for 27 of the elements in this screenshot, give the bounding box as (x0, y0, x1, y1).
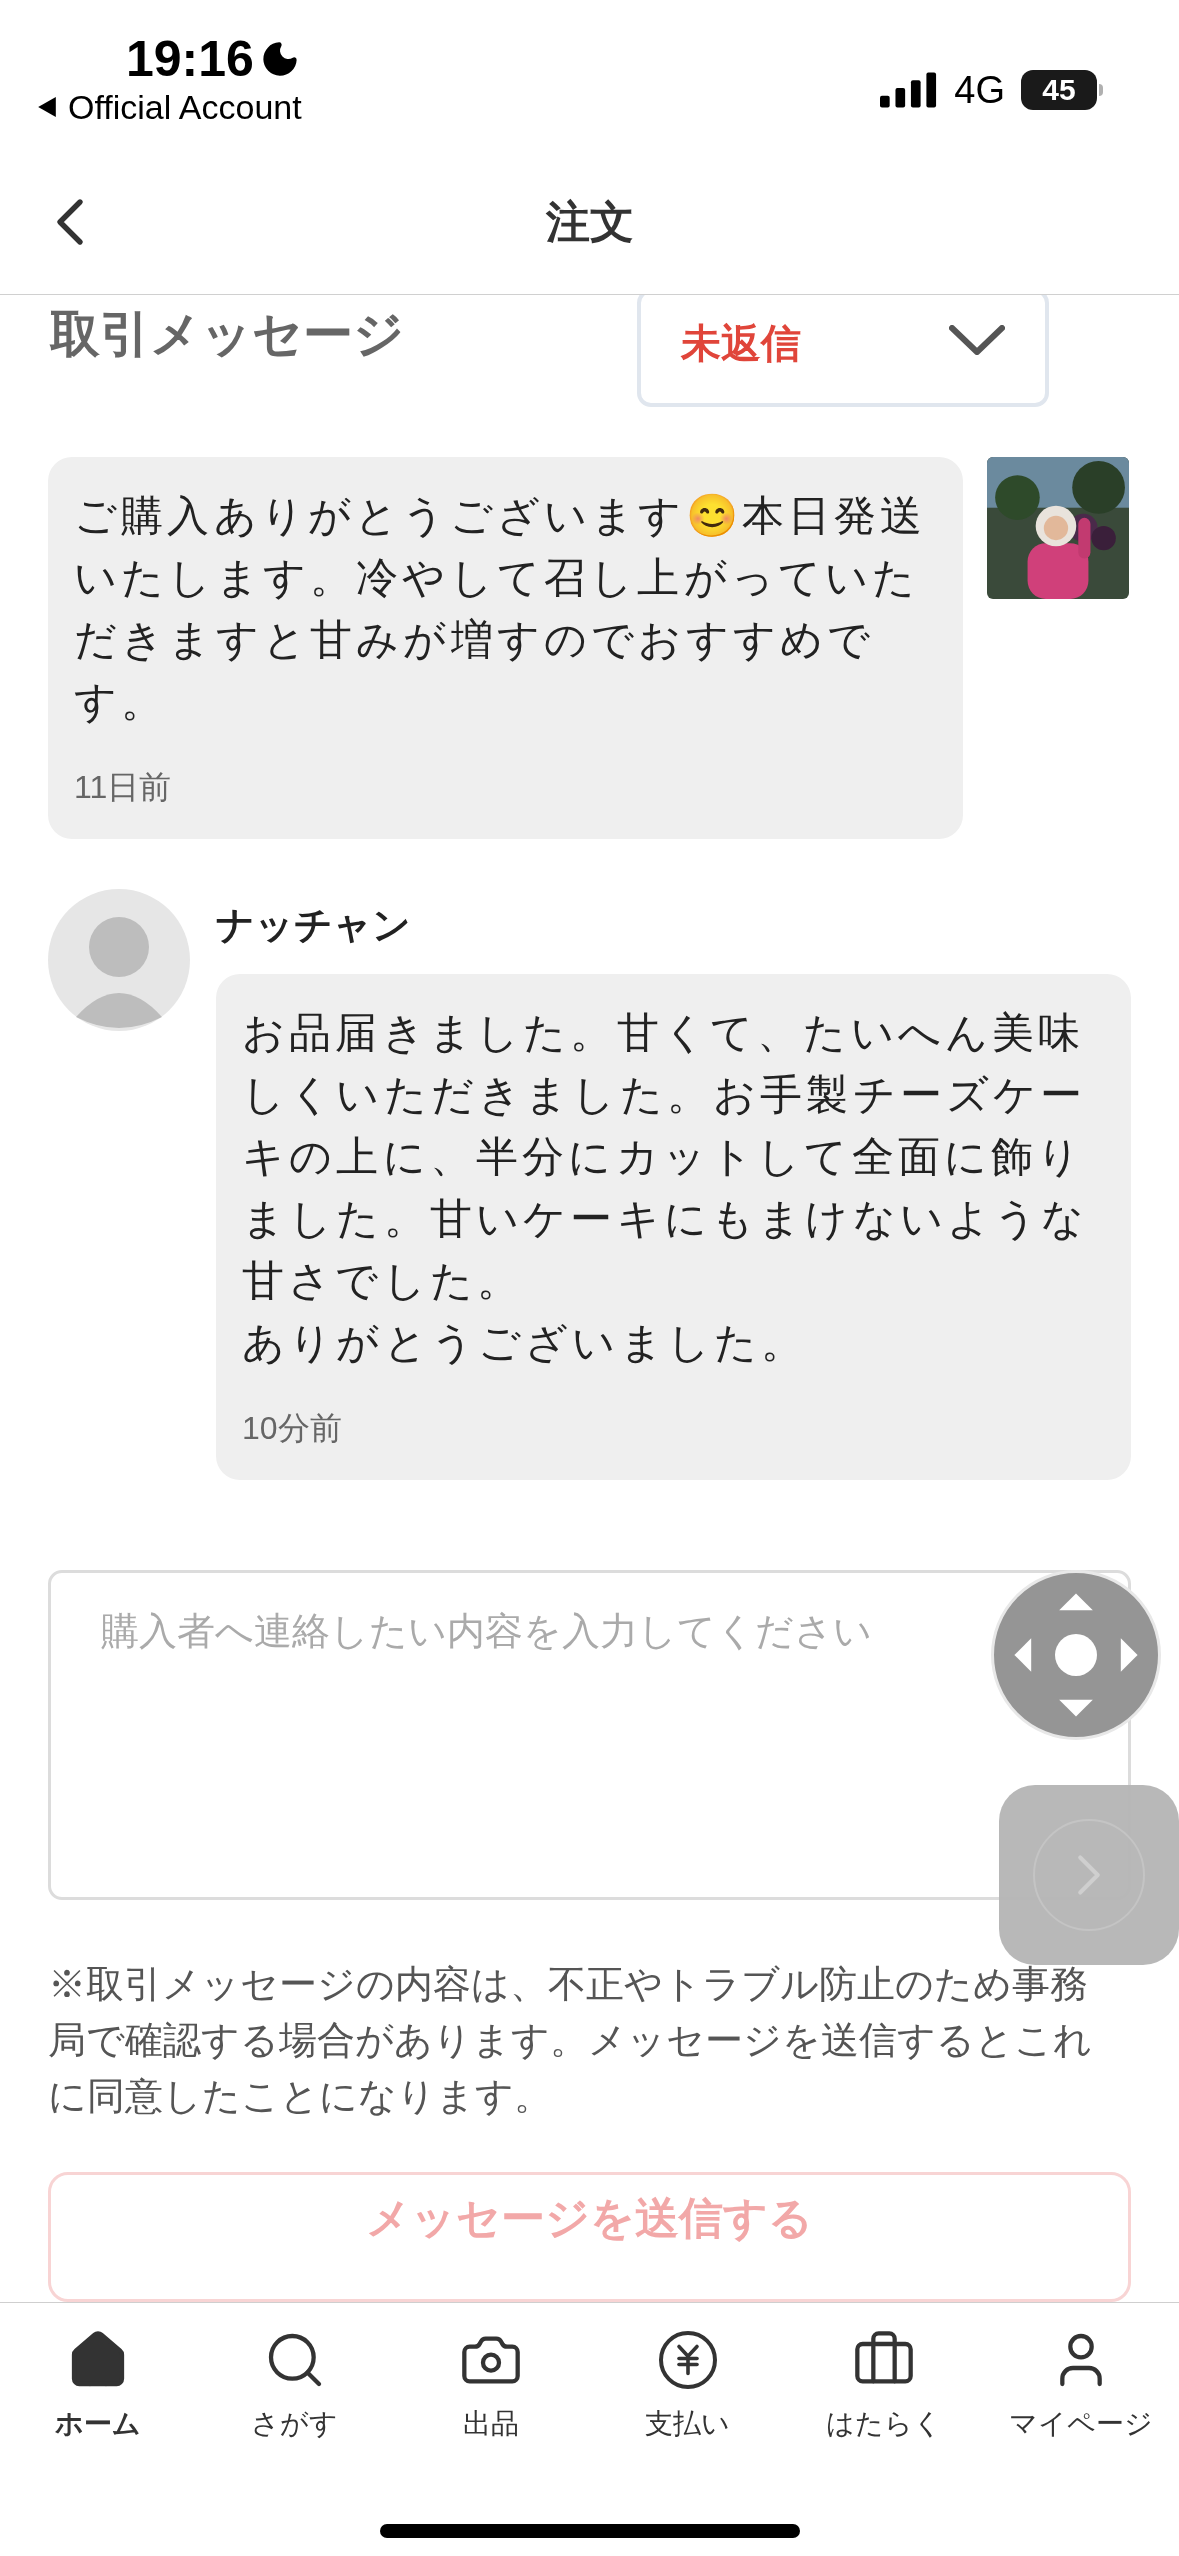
status-time: 19:16 (126, 34, 254, 84)
back-triangle-icon (36, 96, 58, 118)
tab-item[interactable]: 支払い (592, 2327, 783, 2445)
tab-item[interactable]: ホーム (3, 2327, 194, 2445)
chevron-down-icon (949, 325, 1005, 355)
message-text: ご購入ありがとうございます😊本日発送いたします。冷やして召し上がっていただきますと甘みが増すのでおすすめです。 (74, 491, 928, 727)
message-time: 11日前 (74, 768, 173, 807)
tab-item[interactable]: マイページ (985, 2327, 1176, 2445)
page-title: 注文 (545, 196, 634, 248)
avatar-icon (48, 889, 190, 1031)
section-title: 取引メッセージ (50, 305, 404, 364)
chevron-right-icon (1033, 1819, 1145, 1931)
message-text: ありがとうございました。 (242, 1318, 809, 1368)
yen-icon (658, 2331, 717, 2389)
tab-item[interactable]: 出品 (396, 2327, 587, 2445)
sender-name: ナッチャン (216, 903, 412, 948)
message-time: 10分前 (242, 1409, 343, 1448)
message-text: お品届きました。甘くて、たいへん美味しくいただきました。お手製チーズケーキの上に、半分にカットして全面に飾りました。甘いケーキにもまけないような甘さでした。 (242, 1008, 1090, 1306)
back-app-link[interactable]: Official Account (68, 90, 302, 124)
signal-icon (880, 72, 939, 108)
status-dropdown[interactable]: 未返信 (637, 295, 1049, 407)
tab-item[interactable]: はたらく (789, 2327, 980, 2445)
notice-text: ※取引メッセージの内容は、不正やトラブル防止のため事務局で確認する場合があります。メッセージを送信するとこれに同意したことになります。 (48, 1962, 1093, 2119)
network-label: 4G (954, 71, 1005, 109)
battery-icon: 45 (1021, 70, 1097, 110)
tab-item[interactable]: さがす (199, 2327, 390, 2445)
floating-next-overlay[interactable] (999, 1785, 1179, 1965)
